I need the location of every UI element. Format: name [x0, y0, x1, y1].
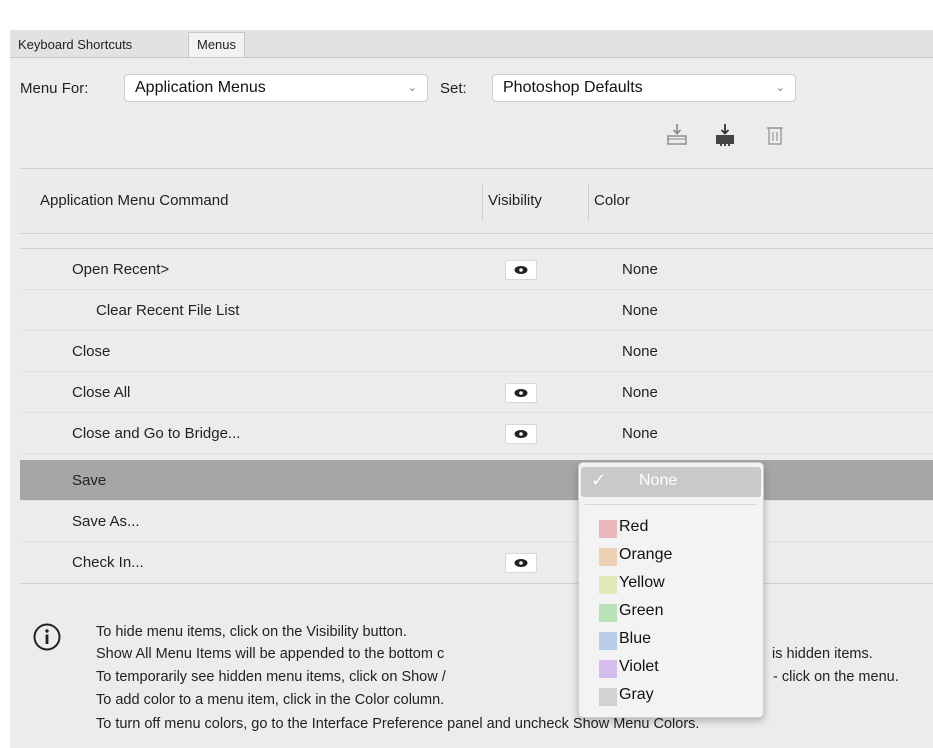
- color-option-label: None: [639, 472, 678, 489]
- menu-for-label: Menu For:: [20, 80, 89, 97]
- visibility-eye-icon[interactable]: [505, 424, 537, 444]
- tab-keyboard-shortcuts[interactable]: Keyboard Shortcuts: [10, 33, 140, 57]
- tab-menus[interactable]: Menus: [188, 32, 246, 57]
- color-dropdown-menu: ✓ None Red Orange Yellow Green Blue Viol…: [578, 462, 764, 718]
- color-swatch: [599, 660, 617, 678]
- command-name: Close All: [72, 384, 131, 401]
- visibility-eye-icon[interactable]: [505, 553, 537, 573]
- color-option-label: Blue: [619, 630, 652, 647]
- column-header-command[interactable]: Application Menu Command: [40, 169, 228, 233]
- info-line: Show All Menu Items will be appended to …: [96, 646, 445, 662]
- set-select[interactable]: Photoshop Defaults ⌄: [492, 74, 796, 102]
- table-row[interactable]: Open Recent> None: [20, 249, 933, 290]
- color-cell[interactable]: None: [622, 249, 658, 290]
- color-option-none[interactable]: ✓ None: [581, 467, 761, 497]
- save-set-as-icon[interactable]: [712, 122, 738, 148]
- color-option-label: Red: [619, 518, 649, 535]
- color-cell[interactable]: None: [622, 290, 658, 331]
- command-name: Save As...: [72, 513, 140, 530]
- color-option-label: Yellow: [619, 574, 665, 591]
- chevron-down-icon: ⌄: [407, 82, 417, 94]
- save-set-icon[interactable]: [664, 122, 690, 148]
- column-divider: [588, 183, 589, 221]
- table-row[interactable]: Close None: [20, 331, 933, 372]
- command-name: Check In...: [72, 554, 144, 571]
- color-option-label: Violet: [619, 658, 659, 675]
- color-cell[interactable]: None: [622, 331, 658, 372]
- column-divider: [482, 183, 483, 221]
- color-swatch: [599, 688, 617, 706]
- table-row[interactable]: Close and Go to Bridge... None: [20, 413, 933, 454]
- menu-divider: [585, 504, 757, 505]
- table-row[interactable]: Clear Recent File List None: [20, 290, 933, 331]
- color-cell[interactable]: None: [622, 413, 658, 454]
- command-name: Close and Go to Bridge...: [72, 425, 241, 442]
- color-option-label: Orange: [619, 546, 673, 563]
- color-swatch: [599, 520, 617, 538]
- checkmark-icon: ✓: [591, 470, 607, 490]
- color-option-label: Gray: [619, 686, 654, 703]
- table-row[interactable]: Check In...: [20, 542, 933, 583]
- color-swatch: [599, 548, 617, 566]
- color-swatch: [599, 604, 617, 622]
- set-label: Set:: [440, 80, 467, 97]
- info-line: To add color to a menu item, click in th…: [96, 692, 445, 708]
- visibility-eye-icon[interactable]: [505, 260, 537, 280]
- delete-set-icon[interactable]: [762, 122, 788, 148]
- table-row-selected[interactable]: Save: [20, 460, 933, 501]
- color-swatch: [599, 576, 617, 594]
- info-line: To hide menu items, click on the Visibil…: [96, 624, 407, 640]
- table-row[interactable]: Close All None: [20, 372, 933, 413]
- menu-for-select[interactable]: Application Menus ⌄: [124, 74, 428, 102]
- info-line-fragment: - click on the menu.: [773, 669, 899, 685]
- color-cell[interactable]: None: [622, 372, 658, 413]
- color-option-label: Green: [619, 602, 664, 619]
- command-name: Open Recent>: [72, 261, 170, 278]
- column-header-color[interactable]: Color: [594, 169, 630, 233]
- chevron-down-icon: ⌄: [775, 82, 785, 94]
- visibility-eye-icon[interactable]: [505, 383, 537, 403]
- info-line-fragment: is hidden items.: [772, 646, 873, 662]
- info-line: To turn off menu colors, go to the Inter…: [96, 716, 700, 732]
- menu-command-list: Open Recent> None Clear Recent File List…: [20, 248, 933, 584]
- command-name: Close: [72, 343, 111, 360]
- info-icon: [32, 622, 62, 652]
- command-name: Save: [72, 472, 107, 489]
- menu-for-value: Application Menus: [135, 79, 266, 96]
- command-name: Clear Recent File List: [96, 302, 240, 319]
- tab-bar: Keyboard Shortcuts Menus: [10, 30, 933, 58]
- table-header: Application Menu Command Visibility Colo…: [20, 168, 933, 234]
- info-line: To temporarily see hidden menu items, cl…: [96, 669, 446, 685]
- color-swatch: [599, 632, 617, 650]
- table-row[interactable]: Save As...: [20, 501, 933, 542]
- set-value: Photoshop Defaults: [503, 79, 643, 96]
- column-header-visibility[interactable]: Visibility: [488, 169, 542, 233]
